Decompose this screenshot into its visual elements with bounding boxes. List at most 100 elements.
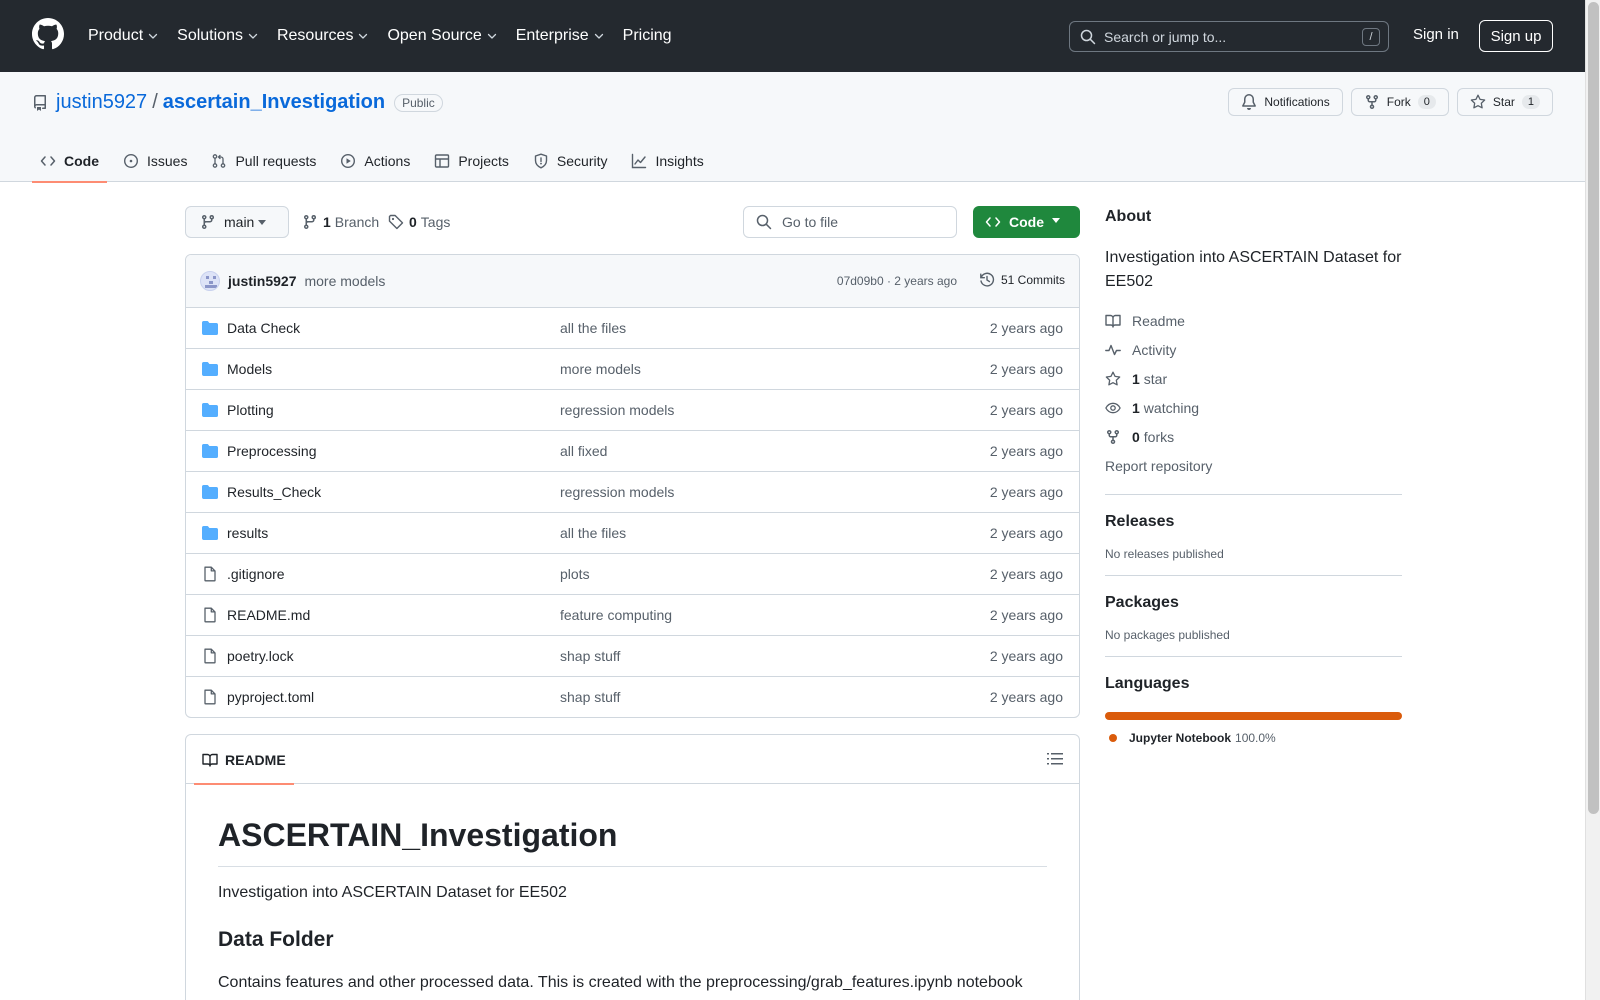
repo-header: justin5927 / ascertain_Investigation Pub… <box>0 72 1585 183</box>
file-name-link[interactable]: pyproject.toml <box>227 689 314 705</box>
table-row[interactable]: pyproject.toml shap stuff 2 years ago <box>186 677 1079 717</box>
file-name-link[interactable]: poetry.lock <box>227 648 294 664</box>
star-icon <box>1105 371 1121 385</box>
pulse-icon <box>1105 344 1121 355</box>
file-name-link[interactable]: .gitignore <box>227 566 285 582</box>
code-icon <box>985 217 1001 227</box>
tab-issues[interactable]: Issues <box>115 140 195 182</box>
scrollbar-thumb[interactable] <box>1588 2 1599 814</box>
readme-panel: README ASCERTAIN_Investigation Investiga… <box>185 734 1080 1000</box>
file-name-link[interactable]: results <box>227 525 268 541</box>
table-row[interactable]: Data Check all the files 2 years ago <box>186 308 1079 349</box>
bell-icon <box>1242 94 1257 110</box>
file-name-link[interactable]: Results_Check <box>227 484 321 500</box>
top-nav-open-source[interactable]: Open Source <box>387 27 496 45</box>
branch-selector[interactable]: main <box>185 206 289 238</box>
tab-actions[interactable]: Actions <box>332 140 418 182</box>
fork-count: 0 <box>1417 95 1436 109</box>
tab-insights[interactable]: Insights <box>623 140 711 182</box>
table-of-contents-icon[interactable] <box>1047 751 1063 767</box>
file-name-link[interactable]: Preprocessing <box>227 443 317 459</box>
code-button[interactable]: Code <box>973 206 1080 238</box>
top-nav-solutions[interactable]: Solutions <box>177 27 258 45</box>
branches-link[interactable]: 1 Branch <box>302 214 379 230</box>
file-commit-link[interactable]: feature computing <box>560 607 672 623</box>
page-scrollbar[interactable] <box>1585 0 1600 1000</box>
packages-heading[interactable]: Packages <box>1105 594 1402 612</box>
sidebar-item-activity[interactable]: Activity <box>1105 335 1402 364</box>
releases-heading[interactable]: Releases <box>1105 513 1402 531</box>
file-commit-link[interactable]: shap stuff <box>560 689 620 705</box>
readme-tab[interactable]: README <box>194 735 294 785</box>
fork-label: Fork <box>1386 95 1411 109</box>
fork-button[interactable]: Fork 0 <box>1350 88 1449 116</box>
file-age: 2 years ago <box>989 648 1063 664</box>
search-shortcut-key: / <box>1362 28 1380 46</box>
pull-request-icon <box>213 154 226 168</box>
top-nav-product[interactable]: Product <box>88 27 158 45</box>
file-commit-link[interactable]: regression models <box>560 484 674 500</box>
language-item[interactable]: Jupyter Notebook 100.0% <box>1105 731 1402 745</box>
sign-up-button[interactable]: Sign up <box>1479 20 1553 52</box>
file-icon <box>204 689 216 705</box>
tags-link[interactable]: 0 Tags <box>388 214 450 230</box>
tab-pull-requests[interactable]: Pull requests <box>203 140 324 182</box>
tab-label: Pull requests <box>235 153 317 169</box>
file-name-link[interactable]: Plotting <box>227 402 274 418</box>
top-nav-label: Resources <box>276 27 354 44</box>
sidebar-item-readme[interactable]: Readme <box>1105 306 1402 335</box>
tab-projects[interactable]: Projects <box>426 140 517 182</box>
top-nav-enterprise[interactable]: Enterprise <box>516 27 604 45</box>
file-age: 2 years ago <box>989 525 1063 541</box>
table-row[interactable]: poetry.lock shap stuff 2 years ago <box>186 636 1079 677</box>
repo-name-link[interactable]: ascertain_Investigation <box>163 91 385 114</box>
report-repository-link[interactable]: Report repository <box>1105 451 1402 480</box>
file-commit-link[interactable]: shap stuff <box>560 648 620 664</box>
tab-security[interactable]: Security <box>525 140 616 182</box>
commit-author-link[interactable]: justin5927 <box>228 273 296 289</box>
about-links: Readme Activity 1 star 1 watching 0 forks <box>1105 306 1402 451</box>
table-row[interactable]: results all the files 2 years ago <box>186 513 1079 554</box>
table-row[interactable]: Models more models 2 years ago <box>186 349 1079 390</box>
star-button[interactable]: Star 1 <box>1456 88 1553 116</box>
commit-sha-and-time[interactable]: 07d09b0 · 2 years ago <box>837 274 957 288</box>
releases-empty: No releases published <box>1105 547 1224 561</box>
tab-code[interactable]: Code <box>32 140 107 183</box>
file-name-link[interactable]: Data Check <box>227 320 300 336</box>
table-row[interactable]: Preprocessing all fixed 2 years ago <box>186 431 1079 472</box>
folder-icon <box>202 526 218 540</box>
file-commit-link[interactable]: all the files <box>560 525 626 541</box>
sidebar-item-forks[interactable]: 0 forks <box>1105 422 1402 451</box>
repo-icon <box>34 94 46 111</box>
file-name-link[interactable]: README.md <box>227 607 310 623</box>
github-logo-icon[interactable] <box>32 18 64 50</box>
top-nav-label: Enterprise <box>515 27 589 44</box>
table-row[interactable]: .gitignore plots 2 years ago <box>186 554 1079 595</box>
top-nav-resources[interactable]: Resources <box>277 27 368 45</box>
file-commit-link[interactable]: all fixed <box>560 443 607 459</box>
branch-count: 1 <box>323 214 331 230</box>
top-nav-pricing[interactable]: Pricing <box>623 27 672 45</box>
file-commit-link[interactable]: more models <box>560 361 641 377</box>
notifications-button[interactable]: Notifications <box>1228 88 1343 116</box>
table-row[interactable]: README.md feature computing 2 years ago <box>186 595 1079 636</box>
tab-label: Security <box>556 153 608 169</box>
repo-owner-link[interactable]: justin5927 <box>56 91 147 114</box>
commits-history-link[interactable]: 51 Commits <box>979 272 1065 288</box>
folder-icon <box>202 321 218 335</box>
file-icon <box>204 607 216 623</box>
sidebar-item-watching[interactable]: 1 watching <box>1105 393 1402 422</box>
file-commit-link[interactable]: all the files <box>560 320 626 336</box>
avatar[interactable] <box>200 271 220 291</box>
commit-message-link[interactable]: more models <box>304 273 385 289</box>
file-name-link[interactable]: Models <box>227 361 272 377</box>
repo-actions: Notifications Fork 0 Star 1 <box>1220 88 1553 116</box>
file-commit-link[interactable]: plots <box>560 566 590 582</box>
table-row[interactable]: Plotting regression models 2 years ago <box>186 390 1079 431</box>
search-input[interactable]: Search or jump to... / <box>1069 21 1389 52</box>
sign-in-link[interactable]: Sign in <box>1413 26 1459 43</box>
table-row[interactable]: Results_Check regression models 2 years ag… <box>186 472 1079 513</box>
go-to-file-input[interactable]: Go to file <box>743 206 957 238</box>
sidebar-item-star[interactable]: 1 star <box>1105 364 1402 393</box>
file-commit-link[interactable]: regression models <box>560 402 674 418</box>
